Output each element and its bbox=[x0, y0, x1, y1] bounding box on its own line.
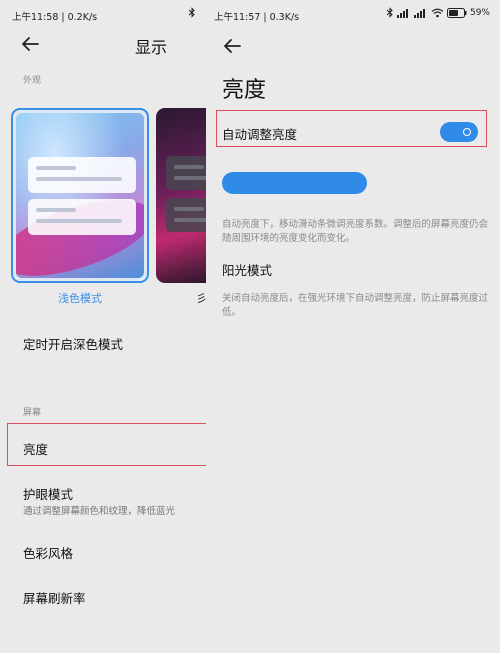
back-arrow-icon[interactable] bbox=[220, 36, 244, 56]
theme-card-dark[interactable] bbox=[156, 108, 206, 283]
bluetooth-icon bbox=[188, 7, 195, 18]
auto-brightness-description: 自动亮度下，移动滑动条微调亮度系数。调整后的屏幕亮度仍会随周围环境的亮度变化而变… bbox=[222, 219, 489, 244]
theme-light-label: 浅色模式 bbox=[58, 292, 102, 305]
status-bar: 上午11:57 | 0.3K/s 59% bbox=[206, 0, 500, 28]
theme-dark-label: 彡 bbox=[196, 292, 206, 305]
eye-care-subtitle: 通过调整屏幕颜色和纹理，降低蓝光 bbox=[23, 506, 176, 517]
auto-brightness-toggle[interactable] bbox=[440, 122, 478, 142]
status-icons: 59% bbox=[386, 7, 490, 18]
brightness-slider[interactable] bbox=[222, 172, 367, 194]
battery-icon bbox=[446, 7, 467, 18]
brightness-settings-panel: 上午11:57 | 0.3K/s 59% 亮度 自动调整亮度 自动亮度下，移动滑… bbox=[206, 0, 500, 653]
page-title: 显示 bbox=[135, 38, 168, 57]
preview-card bbox=[166, 156, 206, 190]
signal-icon bbox=[413, 8, 425, 18]
back-arrow-icon[interactable] bbox=[18, 34, 42, 54]
status-time: 上午11:57 | 0.3K/s bbox=[214, 12, 300, 23]
signal-icon bbox=[396, 8, 408, 18]
sunlight-mode-description: 关闭自动亮度后，在强光环境下自动调整亮度，防止屏幕亮度过低。 bbox=[222, 293, 489, 318]
brightness-item[interactable]: 亮度 bbox=[23, 439, 48, 458]
bluetooth-icon bbox=[386, 7, 393, 18]
eye-care-item[interactable]: 护眼模式 bbox=[23, 484, 73, 503]
theme-card-light[interactable] bbox=[11, 108, 149, 283]
page-title: 亮度 bbox=[222, 78, 267, 103]
schedule-dark-mode-item[interactable]: 定时开启深色模式 bbox=[23, 334, 123, 353]
preview-card bbox=[28, 157, 136, 193]
preview-card bbox=[166, 198, 206, 232]
section-label-appearance: 外观 bbox=[23, 76, 42, 86]
status-bar: 上午11:58 | 0.2K/s bbox=[0, 0, 206, 28]
battery-percent: 59% bbox=[469, 7, 490, 18]
status-icons bbox=[188, 7, 196, 18]
display-settings-panel: 上午11:58 | 0.2K/s 显示 外观 浅色模式 彡 定时开启深色模式 屏… bbox=[0, 0, 206, 653]
wifi-icon bbox=[431, 8, 444, 17]
sunlight-mode-item[interactable]: 阳光模式 bbox=[222, 260, 272, 279]
refresh-rate-item[interactable]: 屏幕刷新率 bbox=[23, 588, 86, 607]
auto-brightness-label: 自动调整亮度 bbox=[222, 127, 298, 142]
color-style-item[interactable]: 色彩风格 bbox=[23, 543, 73, 562]
status-time: 上午11:58 | 0.2K/s bbox=[12, 12, 98, 23]
preview-card bbox=[28, 199, 136, 235]
section-label-screen: 屏幕 bbox=[23, 408, 42, 418]
